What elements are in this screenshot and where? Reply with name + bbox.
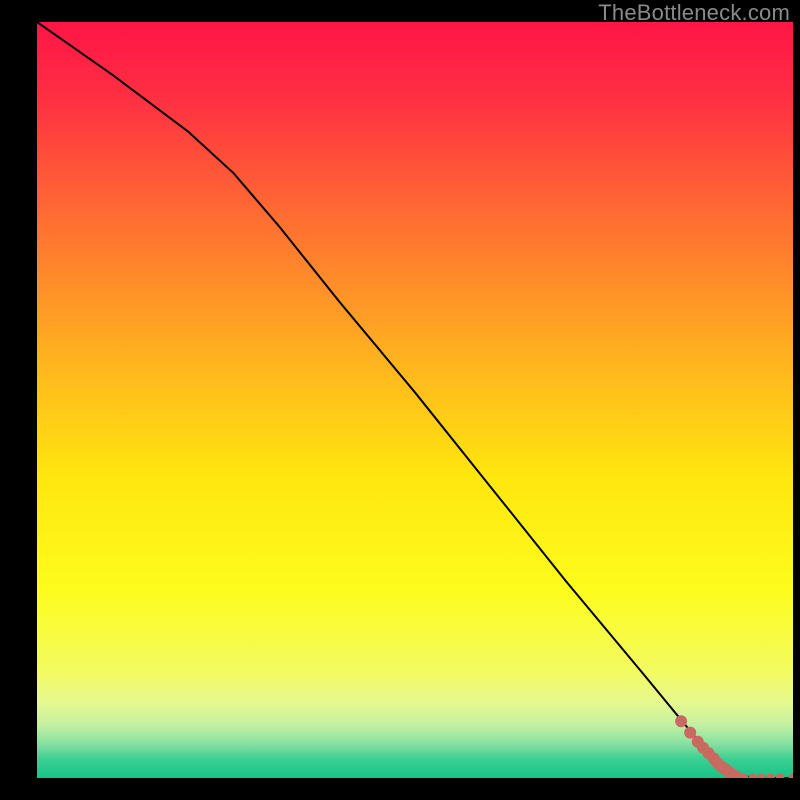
chart-background bbox=[37, 22, 793, 778]
chart-frame: TheBottleneck.com bbox=[0, 0, 800, 800]
data-point bbox=[675, 715, 687, 727]
chart-plot-area bbox=[37, 22, 793, 778]
chart-svg bbox=[37, 22, 793, 778]
